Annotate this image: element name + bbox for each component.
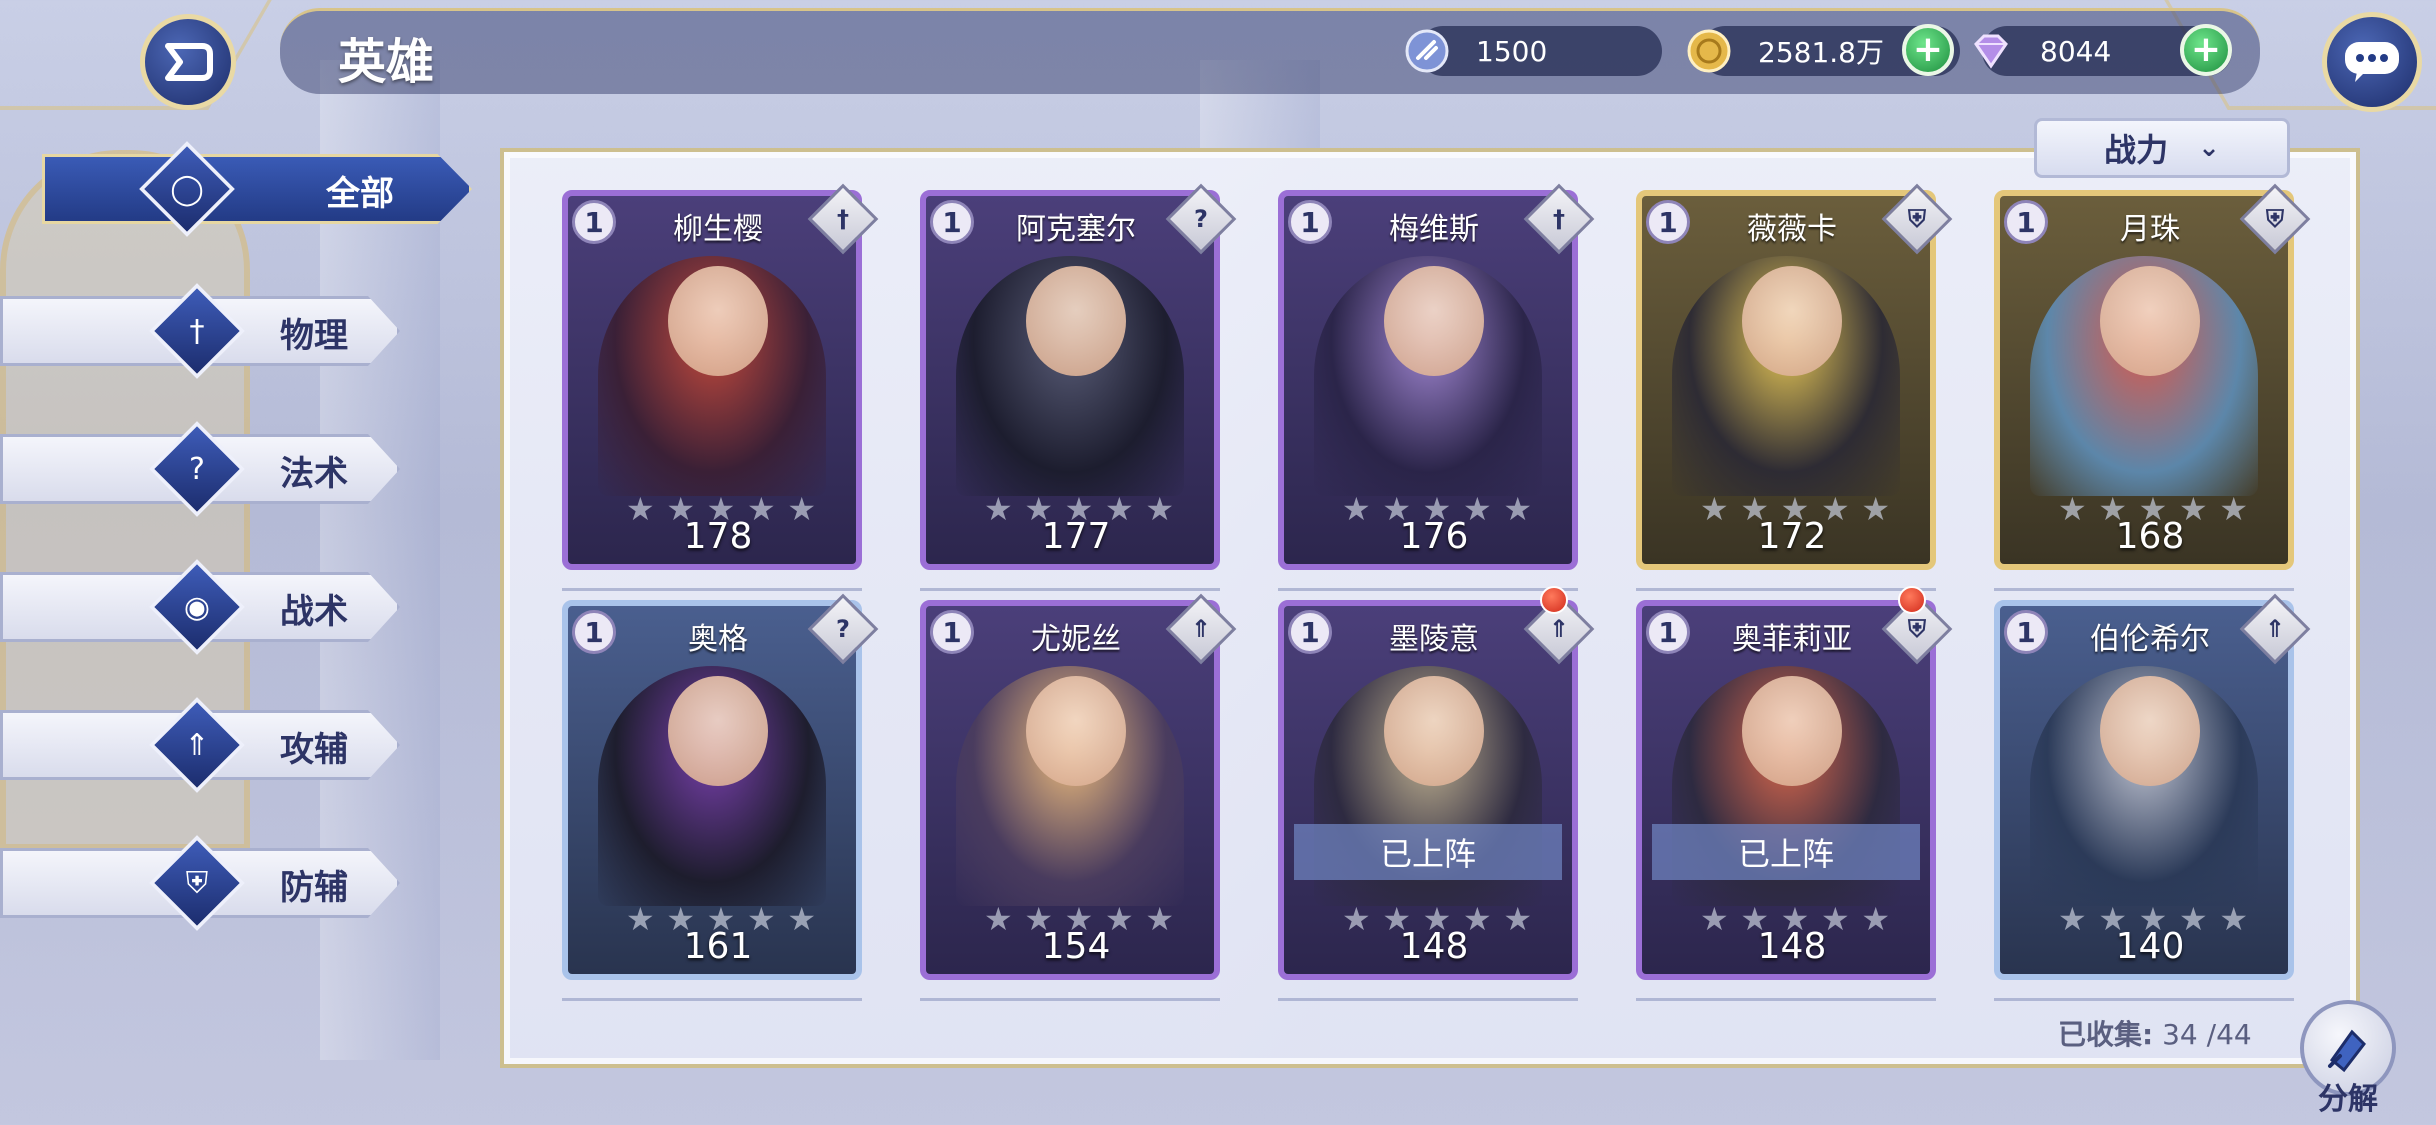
top-bar: 英雄 1500 2581.8万 + 8044 + [0,0,2436,112]
sidebar-item-physical[interactable]: † 物理 [0,283,420,379]
hero-portrait-face [1742,266,1842,376]
add-gems-button[interactable]: + [2180,24,2232,76]
deployed-status-label: 已上阵 [1294,824,1562,880]
sidebar-item-label: 物理 [280,316,348,356]
hero-card[interactable]: 墨陵意 已上阵 ★ ★ ★ ★ ★ 148 1 ⇑ [1278,586,1595,1010]
hero-card[interactable]: 奥菲莉亚 已上阵 ★ ★ ★ ★ ★ 148 1 ⛨ [1636,586,1953,1010]
hero-level: 1 [1288,610,1332,654]
sidebar-item-tactics[interactable]: ◉ 战术 [0,559,420,655]
hero-level: 1 [930,610,974,654]
hero-power: 148 [1757,926,1827,967]
hero-card[interactable]: 柳生樱 ★ ★ ★ ★ ★ 178 1 † [562,183,879,600]
magic-icon: ? [836,615,850,643]
hero-level: 1 [572,610,616,654]
hero-card[interactable]: 伯伦希尔 ★ ★ ★ ★ ★ 140 1 ⇑ [1994,593,2311,1010]
hero-level: 1 [572,200,616,244]
hero-power: 154 [1041,926,1111,967]
hero-level: 1 [1288,200,1332,244]
top-bar-strip [280,8,2260,94]
hero-level: 1 [2004,610,2048,654]
hero-power: 177 [1041,516,1111,557]
sidebar-item-all[interactable]: ◯ 全部 [0,141,472,237]
hero-portrait-face [668,266,768,376]
magic-icon: ? [189,451,205,487]
hero-card[interactable]: 尤妮丝 ★ ★ ★ ★ ★ 154 1 ⇑ [920,593,1237,1010]
sort-label: 战力 [2104,131,2169,169]
back-icon [165,43,213,81]
hero-level: 1 [930,200,974,244]
arrow-icon: ⇑ [184,727,210,763]
hero-power: 176 [1399,516,1469,557]
hero-card[interactable]: 梅维斯 ★ ★ ★ ★ ★ 176 1 † [1278,183,1595,600]
hero-card[interactable]: 月珠 ★ ★ ★ ★ ★ 168 1 ⛨ [1994,183,2311,600]
sidebar-item-defense-support[interactable]: ⛨ 防辅 [0,835,420,931]
hero-portrait-face [1026,266,1126,376]
chat-icon [2345,42,2399,82]
sidebar-item-label: 防辅 [280,868,348,908]
shield-icon: ⛨ [1908,205,1926,233]
hero-portrait-face [1026,676,1126,786]
sidebar-item-label: 攻辅 [280,730,348,770]
hero-card[interactable]: 薇薇卡 ★ ★ ★ ★ ★ 172 1 ⛨ [1636,183,1953,600]
ring-icon: ◯ [170,171,204,207]
sidebar-item-magic[interactable]: ? 法术 [0,421,420,517]
hero-card[interactable]: 奥格 ★ ★ ★ ★ ★ 161 1 ? [562,593,879,1010]
deployed-status-label: 已上阵 [1652,824,1920,880]
hero-card[interactable]: 阿克塞尔 ★ ★ ★ ★ ★ 177 1 ? [920,183,1237,600]
decompose-icon [2328,1029,2366,1073]
sidebar-item-label: 全部 [326,174,394,214]
sidebar-item-label: 法术 [280,454,348,494]
shield-icon: ⛨ [1908,615,1926,643]
add-gold-button[interactable]: + [1902,24,1954,76]
page-title: 英雄 [338,34,435,90]
stamina-icon [1405,29,1449,73]
hero-level: 1 [1646,200,1690,244]
collection-label: 已收集: [2058,1018,2154,1051]
shield-icon: ⛨ [185,865,209,901]
notification-dot [1898,586,1926,614]
chevron-down-icon: ⌄ [2198,133,2220,163]
collection-counter: 已收集: 34 /44 [2058,1013,2252,1053]
hero-portrait-face [668,676,768,786]
hero-power: 168 [2115,516,2185,557]
chat-button[interactable] [2322,12,2422,112]
hero-portrait-face [2100,676,2200,786]
sidebar-item-label: 战术 [280,592,348,632]
arrow-icon: ⇑ [1190,615,1212,643]
eye-icon: ◉ [183,589,211,625]
arrow-icon: ⇑ [1548,615,1570,643]
sort-dropdown[interactable]: 战力 ⌄ [2034,118,2290,178]
hero-power: 148 [1399,926,1469,967]
hero-power: 140 [2115,926,2185,967]
sword-icon: † [837,205,849,233]
decompose-label: 分解 [2318,1082,2378,1117]
sword-icon: † [189,313,205,349]
collection-value: 34 /44 [2162,1018,2252,1051]
magic-icon: ? [1194,205,1208,233]
hero-portrait-face [2100,266,2200,376]
hero-level: 1 [1646,610,1690,654]
hero-power: 178 [683,516,753,557]
sidebar-item-attack-support[interactable]: ⇑ 攻辅 [0,697,420,793]
hero-portrait-face [1384,266,1484,376]
stamina-counter: 1500 [1405,26,1662,76]
hero-power: 172 [1757,516,1827,557]
hero-portrait-face [1384,676,1484,786]
hero-level: 1 [2004,200,2048,244]
hero-power: 161 [683,926,753,967]
back-button[interactable] [140,14,236,110]
hero-portrait-face [1742,676,1842,786]
gold-coin-icon [1687,29,1731,73]
shield-icon: ⛨ [2266,205,2284,233]
notification-dot [1540,586,1568,614]
arrow-icon: ⇑ [2264,615,2286,643]
sword-icon: † [1553,205,1565,233]
gem-icon [1974,34,2008,69]
